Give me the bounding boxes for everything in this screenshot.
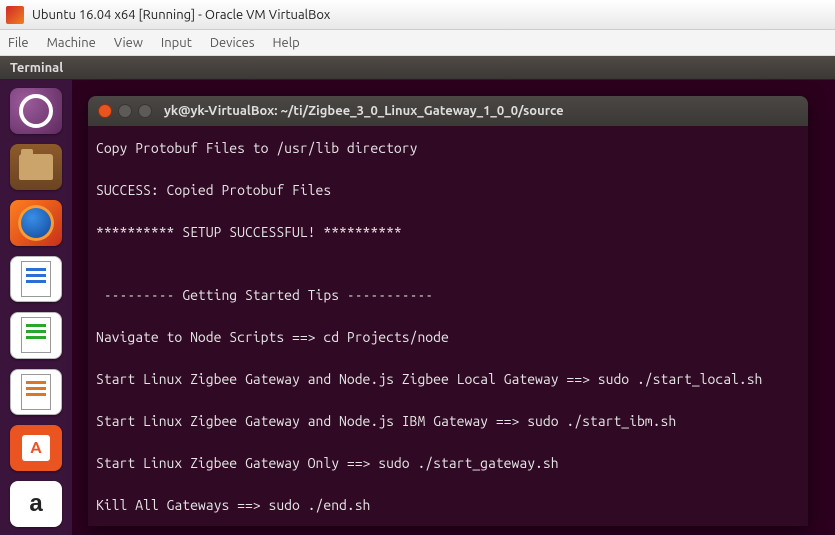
close-button[interactable] bbox=[98, 104, 112, 118]
terminal-titlebar[interactable]: yk@yk-VirtualBox: ~/ti/Zigbee_3_0_Linux_… bbox=[88, 96, 808, 126]
term-line: Start Linux Zigbee Gateway Only ==> sudo… bbox=[96, 455, 559, 471]
menu-input[interactable]: Input bbox=[161, 36, 192, 50]
term-line: Start Linux Zigbee Gateway and Node.js I… bbox=[96, 413, 676, 429]
desktop-area: yk@yk-VirtualBox: ~/ti/Zigbee_3_0_Linux_… bbox=[72, 80, 835, 535]
launcher-ubuntu-software[interactable] bbox=[10, 425, 62, 471]
vbox-menubar: File Machine View Input Devices Help bbox=[0, 30, 835, 56]
term-line: Navigate to Node Scripts ==> cd Projects… bbox=[96, 329, 449, 345]
folder-icon bbox=[19, 154, 53, 180]
launcher-libreoffice-impress[interactable] bbox=[10, 369, 62, 415]
amazon-icon: a bbox=[29, 490, 42, 518]
calc-doc-icon bbox=[21, 317, 51, 353]
term-line: --------- Getting Started Tips ---------… bbox=[96, 287, 433, 303]
guest-body: a yk@yk-VirtualBox: ~/ti/Zigbee_3_0_Linu… bbox=[0, 80, 835, 535]
guest-display: Terminal bbox=[0, 56, 835, 535]
maximize-button[interactable] bbox=[138, 104, 152, 118]
gnome-window-title: Terminal bbox=[10, 61, 63, 75]
menu-view[interactable]: View bbox=[114, 36, 143, 50]
launcher-files[interactable] bbox=[10, 144, 62, 190]
launcher-dash[interactable] bbox=[10, 88, 62, 134]
launcher-firefox[interactable] bbox=[10, 200, 62, 246]
host-window-title: Ubuntu 16.04 x64 [Running] - Oracle VM V… bbox=[32, 8, 330, 22]
menu-file[interactable]: File bbox=[8, 36, 29, 50]
term-line: ********** SETUP SUCCESSFUL! ********** bbox=[96, 224, 402, 240]
launcher-libreoffice-writer[interactable] bbox=[10, 256, 62, 302]
minimize-button[interactable] bbox=[118, 104, 132, 118]
terminal-body[interactable]: Copy Protobuf Files to /usr/lib director… bbox=[88, 126, 808, 526]
menu-help[interactable]: Help bbox=[273, 36, 300, 50]
term-line: SUCCESS: Copied Protobuf Files bbox=[96, 182, 331, 198]
menu-machine[interactable]: Machine bbox=[47, 36, 96, 50]
writer-doc-icon bbox=[21, 261, 51, 297]
term-line: Copy Protobuf Files to /usr/lib director… bbox=[96, 140, 417, 156]
ubuntu-logo-icon bbox=[19, 94, 53, 128]
host-titlebar: Ubuntu 16.04 x64 [Running] - Oracle VM V… bbox=[0, 0, 835, 30]
firefox-icon bbox=[18, 205, 54, 241]
launcher-libreoffice-calc[interactable] bbox=[10, 312, 62, 358]
window-buttons bbox=[98, 104, 152, 118]
gnome-titlebar[interactable]: Terminal bbox=[0, 56, 835, 80]
terminal-title: yk@yk-VirtualBox: ~/ti/Zigbee_3_0_Linux_… bbox=[164, 104, 564, 118]
term-line: Start Linux Zigbee Gateway and Node.js Z… bbox=[96, 371, 762, 387]
terminal-window: yk@yk-VirtualBox: ~/ti/Zigbee_3_0_Linux_… bbox=[88, 96, 808, 526]
term-line: Kill All Gateways ==> sudo ./end.sh bbox=[96, 497, 370, 513]
shopping-bag-icon bbox=[22, 435, 50, 461]
menu-devices[interactable]: Devices bbox=[210, 36, 255, 50]
impress-doc-icon bbox=[21, 374, 51, 410]
unity-launcher: a bbox=[0, 80, 72, 535]
virtualbox-icon bbox=[6, 6, 24, 24]
launcher-amazon[interactable]: a bbox=[10, 481, 62, 527]
